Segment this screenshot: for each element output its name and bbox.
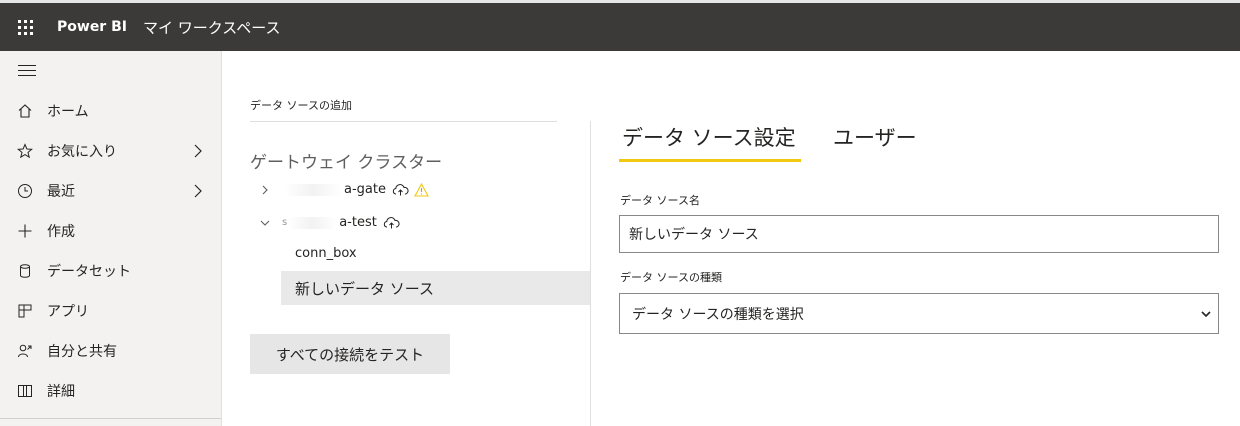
plus-icon: [15, 221, 35, 241]
database-icon: [15, 261, 35, 281]
person-share-icon: [15, 341, 35, 361]
data-source-type-select[interactable]: データ ソースの種類を選択: [619, 293, 1219, 334]
sidebar-item-learn[interactable]: 詳細: [0, 371, 221, 411]
sidebar-item-label: ホーム: [47, 104, 89, 120]
sidebar-item-label: 詳細: [47, 384, 75, 400]
sidebar-item-shared[interactable]: 自分と共有: [0, 331, 221, 371]
sidebar: ホーム お気に入り 最近 作成 データセット アプリ 自分と共有 詳細: [0, 51, 222, 426]
chevron-right-icon[interactable]: [192, 143, 204, 159]
breadcrumb-divider: [250, 121, 557, 122]
connection-item[interactable]: conn_box: [295, 246, 357, 261]
active-tab-indicator: [619, 159, 801, 162]
data-source-name-input[interactable]: [619, 215, 1219, 253]
cloud-upload-icon: [383, 217, 400, 229]
redacted-name: [284, 183, 342, 196]
cloud-upload-icon: [392, 184, 409, 196]
chevron-down-icon: [1201, 311, 1211, 318]
app-name[interactable]: Power BI: [57, 19, 127, 35]
gateway-name: a-test: [339, 215, 377, 230]
sidebar-item-label: 最近: [47, 184, 75, 200]
sidebar-item-home[interactable]: ホーム: [0, 91, 221, 131]
gateway-cluster-title: ゲートウェイ クラスター: [250, 153, 443, 173]
tab-users[interactable]: ユーザー: [833, 122, 917, 152]
hamburger-menu-icon[interactable]: [18, 65, 36, 79]
waffle-icon: [17, 19, 33, 35]
apps-icon: [15, 301, 35, 321]
data-source-type-label: データ ソースの種類: [620, 271, 722, 284]
book-icon: [15, 381, 35, 401]
breadcrumb: データ ソースの追加: [250, 99, 352, 112]
chevron-right-icon[interactable]: [192, 183, 204, 199]
chevron-down-icon[interactable]: [260, 218, 270, 228]
data-source-name-label: データ ソース名: [620, 194, 700, 207]
test-all-connections-button[interactable]: すべての接続をテスト: [250, 334, 450, 374]
gateway-tree-item[interactable]: a-gate: [260, 182, 429, 197]
select-value: データ ソースの種類を選択: [632, 306, 804, 323]
sidebar-item-recent[interactable]: 最近: [0, 171, 221, 211]
app-launcher-button[interactable]: [0, 3, 50, 51]
tab-data-source-settings[interactable]: データ ソース設定: [622, 122, 796, 152]
sidebar-item-label: お気に入り: [47, 144, 117, 160]
sidebar-item-label: データセット: [47, 264, 131, 280]
connection-item-selected[interactable]: 新しいデータ ソース: [281, 271, 590, 305]
sidebar-item-label: アプリ: [47, 304, 89, 320]
connection-label: 新しいデータ ソース: [295, 279, 435, 298]
sidebar-item-create[interactable]: 作成: [0, 211, 221, 251]
workspace-title[interactable]: マイ ワークスペース: [143, 17, 281, 38]
chevron-right-icon[interactable]: [260, 185, 270, 195]
gateway-tree-item[interactable]: s a-test: [260, 215, 400, 230]
redacted-name: [287, 216, 338, 229]
sidebar-item-apps[interactable]: アプリ: [0, 291, 221, 331]
top-bar: Power BI マイ ワークスペース: [0, 0, 1240, 51]
sidebar-item-label: 作成: [47, 224, 75, 240]
home-icon: [15, 101, 35, 121]
clock-icon: [15, 181, 35, 201]
sidebar-item-favorites[interactable]: お気に入り: [0, 131, 221, 171]
gateway-name: a-gate: [344, 182, 386, 197]
sidebar-item-label: 自分と共有: [47, 344, 117, 360]
warning-icon: [414, 182, 429, 197]
sidebar-item-datasets[interactable]: データセット: [0, 251, 221, 291]
panel-divider: [590, 121, 591, 426]
star-icon: [15, 141, 35, 161]
sidebar-divider: [0, 418, 221, 419]
